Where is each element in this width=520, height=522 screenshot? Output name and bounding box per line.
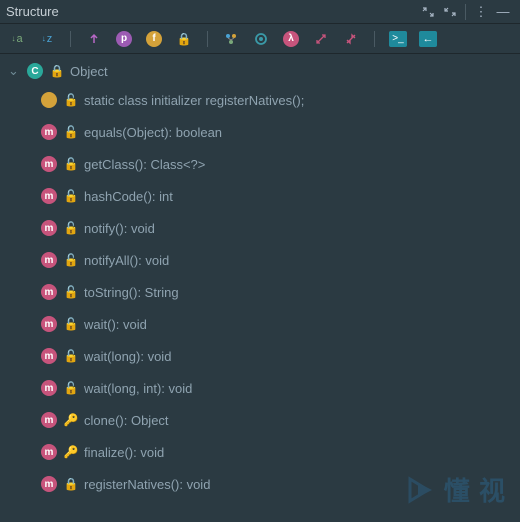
public-icon: 🔓 bbox=[64, 349, 78, 363]
member-row[interactable]: m 🔓 notify(): void bbox=[0, 212, 520, 244]
member-signature: hashCode(): int bbox=[84, 189, 173, 204]
public-icon: 🔓 bbox=[64, 125, 78, 139]
show-lambda-icon[interactable]: λ bbox=[280, 28, 302, 50]
member-row[interactable]: m 🔓 toString(): String bbox=[0, 276, 520, 308]
member-signature: wait(): void bbox=[84, 317, 147, 332]
public-icon: 🔓 bbox=[64, 253, 78, 267]
separator bbox=[465, 4, 466, 20]
show-supertypes-icon[interactable] bbox=[83, 28, 105, 50]
method-icon: m bbox=[40, 283, 58, 301]
class-icon: C bbox=[26, 62, 44, 80]
class-row[interactable]: ⌄ C 🔒 Object bbox=[0, 58, 520, 84]
member-row[interactable]: m 🔓 wait(long, int): void bbox=[0, 372, 520, 404]
panel-title: Structure bbox=[6, 4, 417, 19]
chevron-down-icon[interactable]: ⌄ bbox=[8, 63, 20, 79]
method-icon: m bbox=[40, 219, 58, 237]
title-bar: Structure ⋮ — bbox=[0, 0, 520, 24]
public-icon: 🔓 bbox=[64, 285, 78, 299]
member-signature: finalize(): void bbox=[84, 445, 164, 460]
member-row[interactable]: m 🔓 hashCode(): int bbox=[0, 180, 520, 212]
method-icon: m bbox=[40, 251, 58, 269]
show-properties-icon[interactable]: p bbox=[113, 28, 135, 50]
member-signature: toString(): String bbox=[84, 285, 179, 300]
hide-panel-icon[interactable]: — bbox=[492, 2, 514, 22]
separator bbox=[374, 31, 375, 47]
member-signature: notifyAll(): void bbox=[84, 253, 169, 268]
sort-alpha-button[interactable]: ↓a bbox=[6, 28, 28, 50]
public-icon: 🔓 bbox=[64, 157, 78, 171]
method-icon: m bbox=[40, 411, 58, 429]
class-name: Object bbox=[70, 64, 108, 79]
member-signature: getClass(): Class<?> bbox=[84, 157, 205, 172]
member-signature: registerNatives(): void bbox=[84, 477, 210, 492]
public-icon: 🔓 bbox=[64, 381, 78, 395]
public-icon: 🔓 bbox=[64, 221, 78, 235]
autoscroll-from-source-icon[interactable]: ← bbox=[417, 28, 439, 50]
protected-icon: 🔑 bbox=[64, 413, 78, 427]
toolbar: ↓a ↓z p f 🔒 λ >_ ← bbox=[0, 24, 520, 54]
member-row[interactable]: m 🔑 finalize(): void bbox=[0, 436, 520, 468]
member-tree: ⌄ C 🔒 Object 🔓 static class initializer r… bbox=[0, 54, 520, 522]
lock-icon: 🔒 bbox=[50, 64, 64, 78]
public-icon: 🔓 bbox=[64, 189, 78, 203]
method-icon: m bbox=[40, 155, 58, 173]
member-signature: clone(): Object bbox=[84, 413, 169, 428]
member-row[interactable]: m 🔓 wait(): void bbox=[0, 308, 520, 340]
method-icon: m bbox=[40, 347, 58, 365]
member-row[interactable]: m 🔓 getClass(): Class<?> bbox=[0, 148, 520, 180]
member-row[interactable]: m 🔑 clone(): Object bbox=[0, 404, 520, 436]
method-icon: m bbox=[40, 187, 58, 205]
expand-all-icon[interactable] bbox=[417, 2, 439, 22]
protected-icon: 🔑 bbox=[64, 445, 78, 459]
public-icon: 🔓 bbox=[64, 93, 78, 107]
member-signature: wait(long, int): void bbox=[84, 381, 192, 396]
sort-visibility-button[interactable]: ↓z bbox=[36, 28, 58, 50]
method-icon: m bbox=[40, 475, 58, 493]
public-icon: 🔓 bbox=[64, 317, 78, 331]
member-signature: notify(): void bbox=[84, 221, 155, 236]
show-anonymous-icon[interactable] bbox=[250, 28, 272, 50]
static-initializer-icon bbox=[40, 91, 58, 109]
show-fields-icon[interactable]: f bbox=[143, 28, 165, 50]
member-row[interactable]: m 🔓 equals(Object): boolean bbox=[0, 116, 520, 148]
show-inherited-icon[interactable] bbox=[220, 28, 242, 50]
member-row[interactable]: m 🔓 notifyAll(): void bbox=[0, 244, 520, 276]
expand-diagonal-icon[interactable] bbox=[310, 28, 332, 50]
more-options-icon[interactable]: ⋮ bbox=[470, 2, 492, 22]
show-nonpublic-icon[interactable]: 🔒 bbox=[173, 28, 195, 50]
member-signature: static class initializer registerNatives… bbox=[84, 93, 304, 108]
separator bbox=[70, 31, 71, 47]
separator bbox=[207, 31, 208, 47]
private-icon: 🔒 bbox=[64, 477, 78, 491]
collapse-all-icon[interactable] bbox=[439, 2, 461, 22]
method-icon: m bbox=[40, 315, 58, 333]
structure-panel: Structure ⋮ — ↓a ↓z p f 🔒 λ >_ ← ⌄ C 🔒 bbox=[0, 0, 520, 522]
method-icon: m bbox=[40, 123, 58, 141]
autoscroll-to-source-icon[interactable]: >_ bbox=[387, 28, 409, 50]
method-icon: m bbox=[40, 379, 58, 397]
member-row[interactable]: 🔓 static class initializer registerNative… bbox=[0, 84, 520, 116]
member-row[interactable]: m 🔓 wait(long): void bbox=[0, 340, 520, 372]
method-icon: m bbox=[40, 443, 58, 461]
member-signature: wait(long): void bbox=[84, 349, 171, 364]
member-row[interactable]: m 🔒 registerNatives(): void bbox=[0, 468, 520, 500]
collapse-diagonal-icon[interactable] bbox=[340, 28, 362, 50]
member-signature: equals(Object): boolean bbox=[84, 125, 222, 140]
